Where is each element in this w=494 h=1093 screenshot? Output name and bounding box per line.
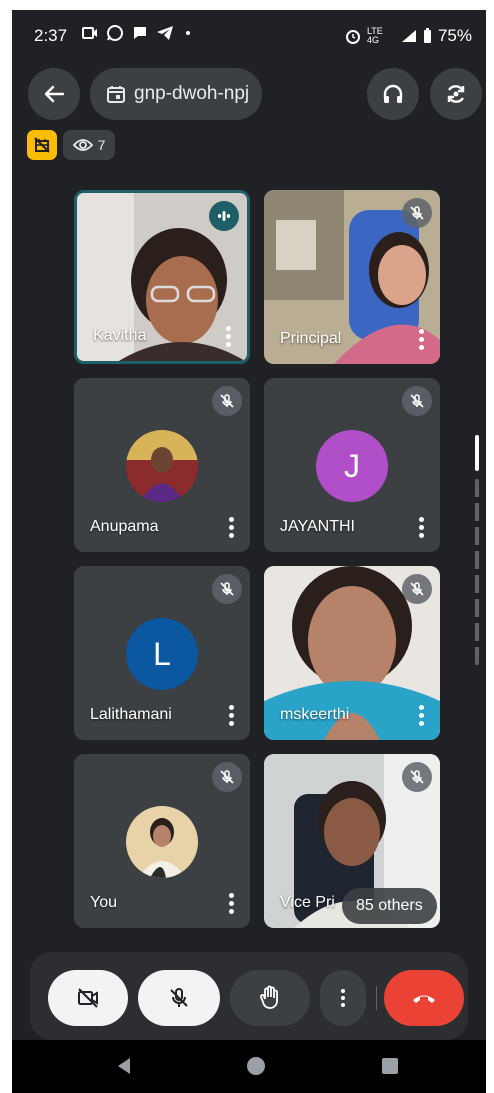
speaking-indicator	[209, 201, 239, 231]
participant-tile-principal[interactable]: Principal	[264, 190, 440, 364]
mic-off-icon	[220, 394, 234, 408]
more-vert-icon	[341, 989, 345, 1007]
system-nav-bar	[12, 1040, 486, 1093]
participant-more-button[interactable]	[228, 517, 234, 538]
participant-name: JAYANTHI	[280, 518, 355, 535]
muted-indicator	[402, 386, 432, 416]
video-notification-icon	[82, 27, 97, 39]
controls-divider	[376, 986, 377, 1010]
muted-indicator	[402, 762, 432, 792]
alarm-icon	[345, 30, 360, 44]
participant-more-button[interactable]	[228, 705, 234, 726]
viewers-chip[interactable]: 7	[63, 130, 115, 160]
muted-indicator	[212, 386, 242, 416]
mic-toggle-button[interactable]	[138, 970, 220, 1026]
hand-icon	[260, 985, 278, 1009]
end-call-icon	[413, 995, 435, 1003]
back-button[interactable]	[28, 68, 80, 120]
meet-screen: 2:37 LTE 4G 75% gnp-dwoh-npj 7 Kavitha P…	[12, 10, 486, 1093]
participant-more-button[interactable]	[418, 329, 424, 350]
participant-name: You	[90, 894, 117, 911]
mic-off-icon	[170, 988, 188, 1007]
mic-off-icon	[410, 394, 424, 408]
avatar: L	[126, 618, 198, 690]
participant-name: Kavitha	[93, 327, 147, 344]
audio-levels-icon	[218, 211, 230, 221]
participant-name: mskeerthi	[280, 706, 350, 723]
no-recording-icon	[34, 137, 50, 153]
participant-tile-lalithamani[interactable]: L Lalithamani	[74, 566, 250, 740]
recording-warning-chip[interactable]	[27, 130, 57, 160]
participant-more-button[interactable]	[228, 893, 234, 914]
participant-tile-anupama[interactable]: Anupama	[74, 378, 250, 552]
raise-hand-button[interactable]	[230, 970, 310, 1026]
camera-off-icon	[78, 988, 98, 1008]
signal-icon	[401, 30, 416, 42]
avatar	[126, 806, 198, 878]
participant-more-button[interactable]	[418, 705, 424, 726]
audio-output-button[interactable]	[367, 68, 419, 120]
muted-indicator	[212, 574, 242, 604]
status-bar: 2:37 LTE 4G 75%	[12, 10, 486, 60]
participant-more-button[interactable]	[225, 326, 231, 347]
call-controls	[30, 952, 468, 1040]
switch-camera-button[interactable]	[430, 68, 482, 120]
whatsapp-icon	[107, 25, 123, 41]
mic-off-icon	[410, 582, 424, 596]
mic-off-icon	[220, 582, 234, 596]
participant-name: Lalithamani	[90, 706, 172, 723]
headphones-icon	[383, 84, 403, 103]
dot-indicator	[186, 31, 190, 35]
muted-indicator	[402, 198, 432, 228]
notification-icons	[82, 24, 190, 42]
meeting-code: gnp-dwoh-npj	[134, 83, 250, 104]
muted-indicator	[402, 574, 432, 604]
more-options-button[interactable]	[320, 970, 366, 1026]
others-button[interactable]: 85 others	[342, 888, 437, 924]
switch-camera-icon	[447, 85, 465, 103]
calendar-icon	[107, 86, 125, 103]
battery-icon	[423, 28, 431, 43]
system-icons: LTE 4G 75%	[345, 26, 472, 46]
viewer-count: 7	[97, 137, 106, 153]
status-time: 2:37	[34, 26, 68, 45]
mic-off-icon	[410, 206, 424, 220]
muted-indicator	[212, 762, 242, 792]
telegram-icon	[157, 26, 173, 40]
scrollbar[interactable]	[475, 435, 479, 665]
meeting-code-button[interactable]: gnp-dwoh-npj	[90, 68, 262, 120]
recents-nav-icon[interactable]	[380, 1056, 400, 1076]
eye-icon	[72, 139, 93, 151]
participant-tile-jayanthi[interactable]: J JAYANTHI	[264, 378, 440, 552]
avatar: J	[316, 430, 388, 502]
participant-name: Principal	[280, 330, 342, 347]
back-arrow-icon	[44, 85, 65, 103]
network-label: LTE 4G	[366, 26, 383, 45]
mic-off-icon	[220, 770, 234, 784]
mic-off-icon	[410, 770, 424, 784]
participant-name: Anupama	[90, 518, 159, 535]
participant-more-button[interactable]	[418, 517, 424, 538]
home-nav-icon[interactable]	[246, 1056, 266, 1076]
participant-tile-mskeerthi[interactable]: mskeerthi	[264, 566, 440, 740]
back-nav-icon[interactable]	[114, 1056, 134, 1076]
participant-name: Vice Pri	[280, 894, 335, 911]
end-call-button[interactable]	[384, 970, 464, 1026]
avatar	[126, 430, 198, 502]
participant-tile-you[interactable]: You	[74, 754, 250, 928]
camera-toggle-button[interactable]	[48, 970, 128, 1026]
battery-percent: 75%	[437, 26, 472, 45]
chat-icon	[134, 27, 146, 39]
participant-tile-kavitha[interactable]: Kavitha	[74, 190, 250, 364]
